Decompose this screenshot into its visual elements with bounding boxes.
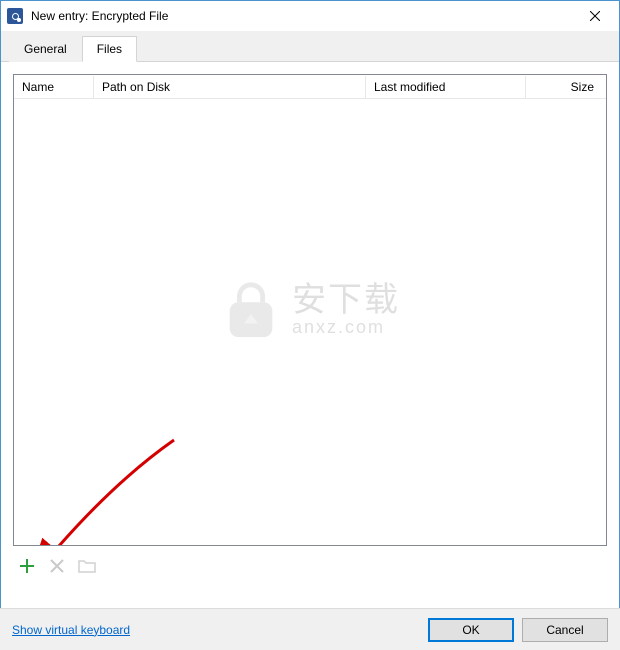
virtual-keyboard-link[interactable]: Show virtual keyboard <box>12 623 130 637</box>
files-table[interactable]: Name Path on Disk Last modified Size 安下载… <box>13 74 607 546</box>
watermark: 安下载 anxz.com <box>220 279 400 341</box>
col-header-size[interactable]: Size <box>526 76 606 98</box>
ok-button[interactable]: OK <box>428 618 514 642</box>
dialog-footer: Show virtual keyboard OK Cancel <box>0 608 620 650</box>
open-folder-button <box>77 556 97 576</box>
footer-buttons: OK Cancel <box>428 618 608 642</box>
files-toolbar <box>13 554 607 578</box>
close-icon <box>590 11 600 21</box>
tab-general[interactable]: General <box>9 36 82 62</box>
add-file-button[interactable] <box>17 556 37 576</box>
col-header-modified[interactable]: Last modified <box>366 76 526 98</box>
folder-icon <box>78 558 96 574</box>
col-header-name[interactable]: Name <box>14 76 94 98</box>
window-title: New entry: Encrypted File <box>31 9 572 23</box>
titlebar: New entry: Encrypted File <box>1 1 619 31</box>
plus-icon <box>19 558 35 574</box>
cancel-button[interactable]: Cancel <box>522 618 608 642</box>
tab-content: Name Path on Disk Last modified Size 安下载… <box>1 62 619 590</box>
watermark-text-url: anxz.com <box>292 317 400 338</box>
app-icon <box>7 8 23 24</box>
arrow-annotation <box>13 437 179 546</box>
delete-file-button <box>47 556 67 576</box>
col-header-path[interactable]: Path on Disk <box>94 76 366 98</box>
tabs-bar: General Files <box>1 31 619 62</box>
x-icon <box>50 559 64 573</box>
watermark-text-cn: 安下载 <box>292 283 400 317</box>
table-header-row: Name Path on Disk Last modified Size <box>14 75 606 99</box>
close-button[interactable] <box>572 2 617 30</box>
tab-files[interactable]: Files <box>82 36 137 62</box>
lock-icon <box>220 279 282 341</box>
